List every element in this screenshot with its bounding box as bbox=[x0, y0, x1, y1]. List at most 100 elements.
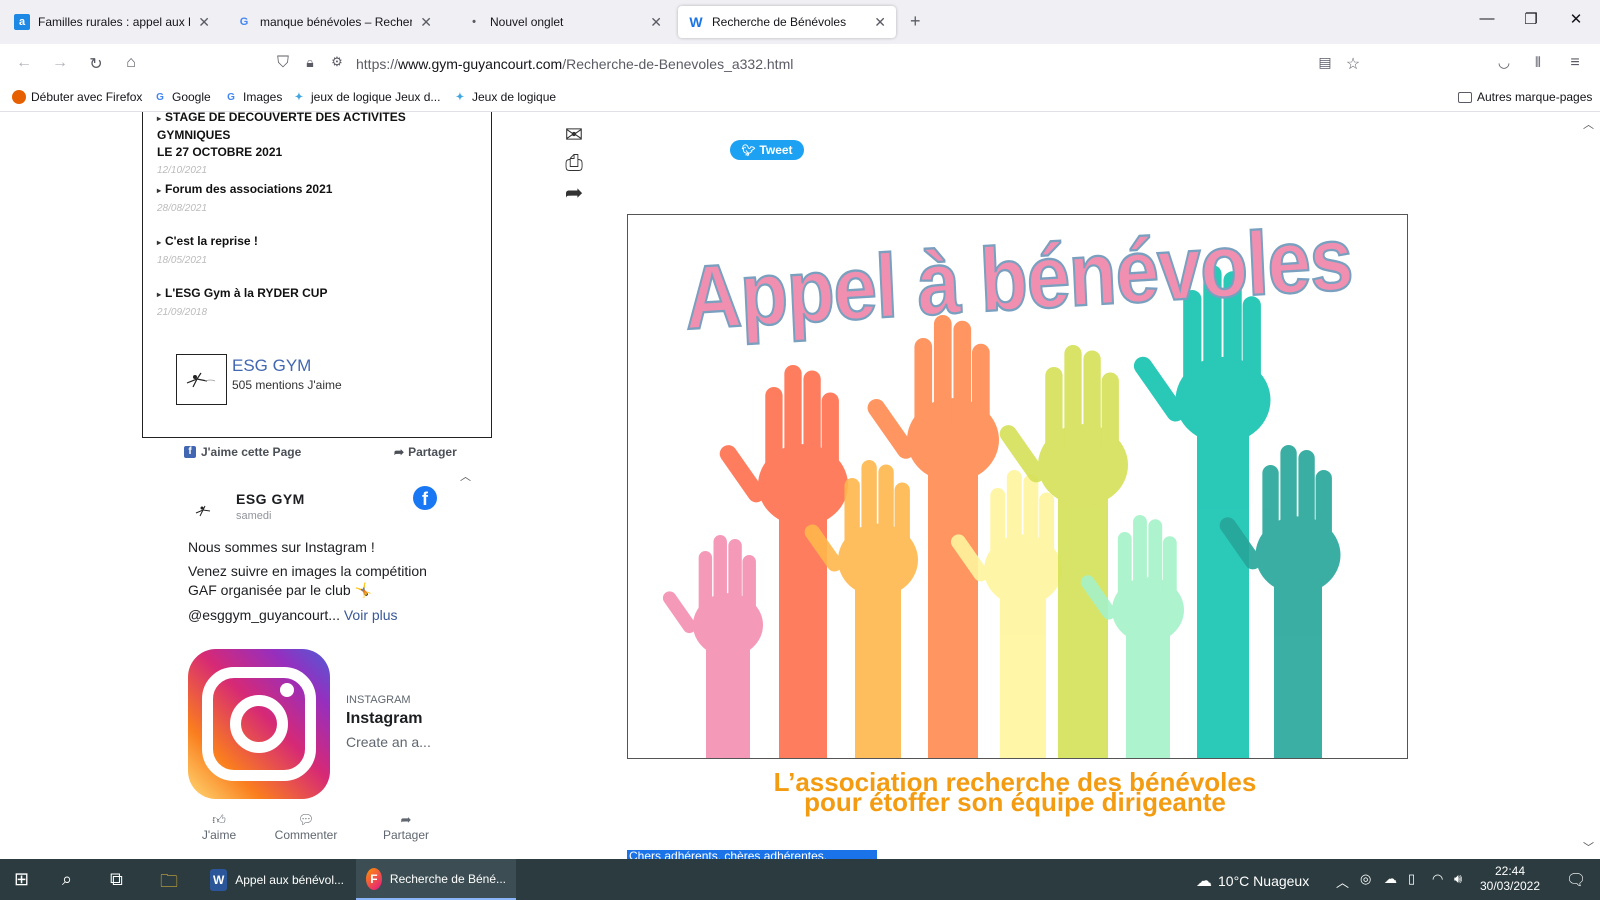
bookmark-label: jeux de logique Jeux d... bbox=[311, 90, 441, 104]
home-icon[interactable]: ⌂ bbox=[121, 54, 141, 72]
news-item[interactable]: ▸ Forum des associations 2021 28/08/2021 bbox=[157, 181, 477, 214]
puzzle-icon: ✦ bbox=[455, 91, 465, 103]
taskbar-app-word[interactable]: W Appel aux bénévol... bbox=[200, 859, 354, 900]
instagram-lens bbox=[230, 695, 288, 753]
fb-like-page-button[interactable]: f J'aime cette Page bbox=[184, 445, 301, 459]
news-title-line2: LE 27 OCTOBRE 2021 bbox=[157, 145, 283, 159]
onedrive-icon[interactable]: ☁ bbox=[1384, 871, 1397, 887]
close-window-button[interactable]: ✕ bbox=[1566, 10, 1586, 28]
web-page: ▸ STAGE DE DECOUVERTE DES ACTIVITES GYMNI… bbox=[0, 112, 1600, 859]
restore-button[interactable]: ❐ bbox=[1521, 10, 1541, 28]
new-tab-button[interactable]: + bbox=[910, 11, 921, 32]
bookmark-star-icon[interactable]: ☆ bbox=[1343, 54, 1363, 74]
close-tab-icon[interactable]: ✕ bbox=[420, 14, 432, 31]
weather-widget[interactable]: ☁ 10°C Nuageux bbox=[1196, 871, 1309, 891]
bookmark-label: Images bbox=[243, 90, 283, 104]
file-explorer-icon[interactable]: 🗀 bbox=[160, 869, 178, 899]
wifi-icon[interactable]: ◠ bbox=[1432, 871, 1443, 887]
bookmark-jeux-logique-1[interactable]: ✦ jeux de logique Jeux d... bbox=[292, 90, 441, 104]
battery-icon[interactable]: ▯ bbox=[1408, 871, 1415, 887]
google-icon: G bbox=[227, 91, 235, 103]
scrollbar-up-arrow[interactable]: ︿ bbox=[1583, 116, 1594, 132]
bullet-arrow-icon: ▸ bbox=[157, 238, 162, 247]
close-tab-icon[interactable]: ✕ bbox=[874, 14, 886, 31]
google-icon: G bbox=[239, 16, 249, 28]
post-line-4: @esggym_guyancourt... Voir plus bbox=[188, 606, 398, 625]
fb-share-button[interactable]: ➦ Partager bbox=[394, 445, 457, 459]
hand-shape bbox=[662, 535, 763, 758]
folder-icon bbox=[1458, 91, 1472, 103]
forward-share-icon[interactable]: ➦ bbox=[560, 180, 588, 206]
news-date: 12/10/2021 bbox=[157, 165, 208, 176]
page-logo[interactable] bbox=[176, 354, 227, 405]
see-more-link[interactable]: Voir plus bbox=[344, 607, 398, 623]
facebook-icon[interactable]: f bbox=[413, 486, 437, 510]
tab-google-search[interactable]: G manque bénévoles – Recherche ✕ bbox=[226, 6, 442, 38]
post-comment-button[interactable]: 💬︎ Commenter bbox=[270, 812, 342, 842]
selected-text[interactable]: Chers adhérents, chères adhérentes, bbox=[627, 850, 877, 859]
fb-like-page-label: J'aime cette Page bbox=[201, 445, 302, 459]
search-icon[interactable]: ⌕ bbox=[62, 869, 72, 890]
news-item[interactable]: ▸ C'est la reprise ! 18/05/2021 bbox=[157, 233, 477, 266]
bookmark-debuter-firefox[interactable]: Débuter avec Firefox bbox=[12, 90, 142, 104]
shield-icon[interactable]: ⛉ bbox=[273, 54, 293, 72]
forward-icon[interactable]: → bbox=[50, 54, 70, 72]
post-time[interactable]: samedi bbox=[236, 510, 271, 522]
menu-icon[interactable]: ≡ bbox=[1565, 54, 1585, 72]
fb-page-name[interactable]: ESG GYM bbox=[232, 356, 311, 376]
scroll-up-chevron-icon[interactable]: ︿ bbox=[460, 468, 471, 484]
pocket-icon[interactable]: ◡ bbox=[1494, 54, 1514, 71]
bookmark-label: Jeux de logique bbox=[472, 90, 557, 104]
close-tab-icon[interactable]: ✕ bbox=[650, 14, 662, 31]
permissions-icon[interactable]: ⚙ bbox=[327, 54, 347, 70]
back-icon[interactable]: ← bbox=[14, 54, 34, 72]
system-clock[interactable]: 22:44 30/03/2022 bbox=[1470, 864, 1550, 894]
tab-new-tab[interactable]: • Nouvel onglet ✕ bbox=[456, 6, 672, 38]
bookmark-images[interactable]: G Images bbox=[224, 90, 282, 104]
tab-recherche-benevoles[interactable]: W Recherche de Bénévoles ✕ bbox=[678, 6, 896, 38]
bullet-arrow-icon: ▸ bbox=[157, 186, 162, 195]
notifications-icon[interactable]: 🗨︎ bbox=[1566, 870, 1586, 890]
tweet-button[interactable]: 🐦︎ Tweet bbox=[730, 140, 804, 160]
windows-taskbar: ⊞ ⌕ ⧉ 🗀 W Appel aux bénévol... F Recherc… bbox=[0, 859, 1600, 900]
post-author-avatar[interactable] bbox=[190, 494, 222, 526]
wmaker-favicon-icon: W bbox=[689, 14, 703, 30]
bookmark-jeux-logique-2[interactable]: ✦ Jeux de logique bbox=[453, 90, 556, 104]
post-author-name[interactable]: ESG GYM bbox=[236, 491, 305, 507]
close-tab-icon[interactable]: ✕ bbox=[198, 14, 210, 31]
bookmark-google[interactable]: G Google bbox=[153, 90, 211, 104]
taskbar-app-label: Appel aux bénévol... bbox=[235, 872, 344, 887]
print-icon[interactable]: ⎙ bbox=[560, 150, 588, 176]
other-bookmarks[interactable]: Autres marque-pages bbox=[1458, 90, 1592, 104]
volume-icon[interactable]: 🔊︎ bbox=[1454, 871, 1462, 887]
url-bar[interactable]: https://www.gym-guyancourt.com/Recherche… bbox=[356, 56, 793, 72]
task-view-icon[interactable]: ⧉ bbox=[110, 869, 123, 890]
news-item[interactable]: ▸ L'ESG Gym à la RYDER CUP 21/09/2018 bbox=[157, 285, 477, 318]
bookmark-label: Autres marque-pages bbox=[1477, 90, 1593, 104]
instagram-logo-icon[interactable] bbox=[188, 649, 330, 799]
page-subtitle: L’association recherche des bénévoles po… bbox=[700, 769, 1330, 815]
url-host: www.gym-guyancourt.com bbox=[398, 56, 563, 72]
scrollbar-down-arrow[interactable]: ﹀ bbox=[1583, 839, 1594, 855]
email-icon[interactable]: ✉ bbox=[560, 122, 588, 148]
reader-view-icon[interactable]: ▤ bbox=[1315, 54, 1335, 71]
link-title[interactable]: Instagram bbox=[346, 710, 422, 728]
tab-familles-rurales[interactable]: a Familles rurales : appel aux bén ✕ bbox=[4, 6, 220, 38]
post-line-2: Venez suivre en images la compétition bbox=[188, 563, 427, 579]
gymnast-logo-icon bbox=[186, 372, 216, 388]
post-like-button[interactable]: 👍︎ J'aime bbox=[194, 812, 244, 842]
post-share-button[interactable]: ➦ Partager bbox=[376, 812, 436, 842]
taskbar-app-firefox[interactable]: F Recherche de Béné... bbox=[356, 859, 516, 900]
news-title: ▸ L'ESG Gym à la RYDER CUP bbox=[157, 285, 477, 303]
minimize-button[interactable]: — bbox=[1477, 10, 1497, 27]
windows-start-icon[interactable]: ⊞ bbox=[14, 869, 29, 890]
meet-now-icon[interactable]: ◎ bbox=[1360, 871, 1371, 887]
chevron-up-icon[interactable]: ︿ bbox=[1336, 872, 1349, 891]
fb-page-name-text: ESG GYM bbox=[232, 356, 312, 375]
share-top-icon[interactable]: ▪ ▪ bbox=[560, 112, 588, 116]
reload-icon[interactable]: ↻ bbox=[86, 54, 106, 74]
post-line-1: Nous sommes sur Instagram ! bbox=[188, 539, 375, 555]
news-item[interactable]: ▸ STAGE DE DECOUVERTE DES ACTIVITES GYMNI… bbox=[157, 112, 477, 176]
lock-icon[interactable]: 🔒︎ bbox=[300, 54, 320, 71]
library-icon[interactable]: ⫴ bbox=[1528, 54, 1548, 71]
